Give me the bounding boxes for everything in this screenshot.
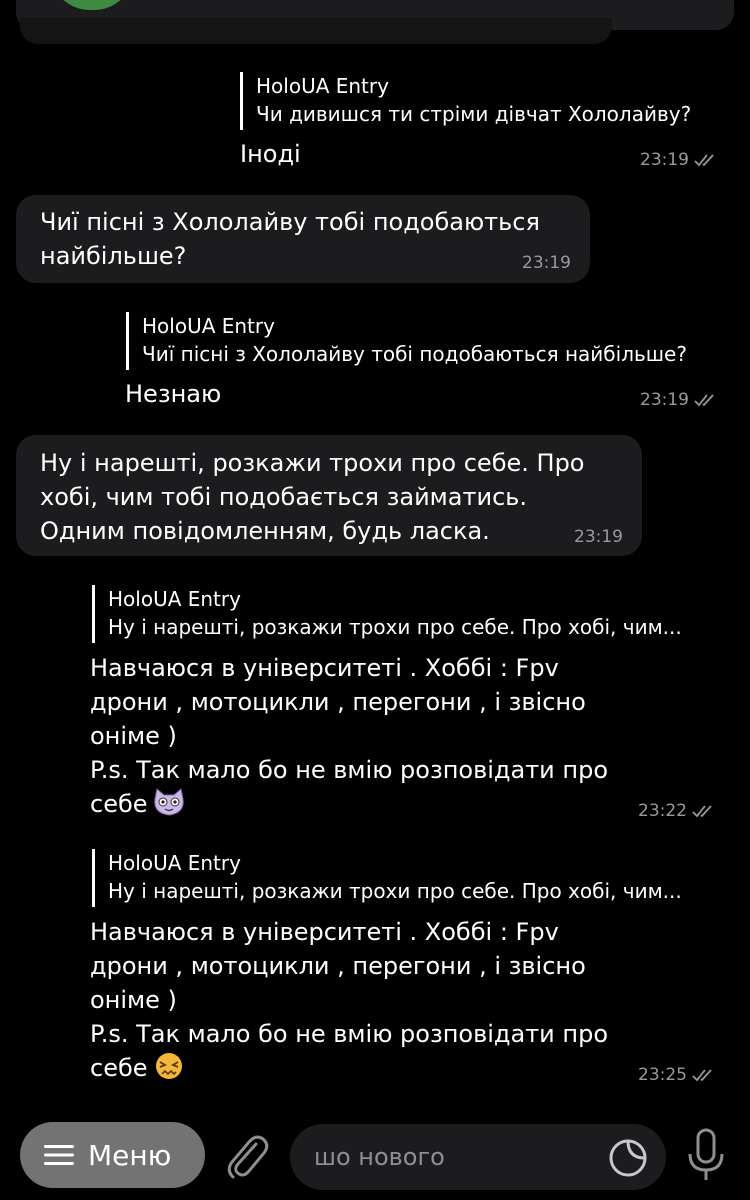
message-outgoing[interactable]: HoloUA Entry Ну і нарешті, розкажи трохи…: [0, 849, 750, 1089]
reply-author: HoloUA Entry: [256, 74, 389, 98]
reply-text: Чиї пісні з Хололайву тобі подобаються н…: [142, 342, 687, 366]
reply-quote[interactable]: HoloUA Entry Ну і нарешті, розкажи трохи…: [92, 585, 682, 643]
message-time: 23:19: [640, 390, 689, 410]
reply-text: Ну і нарешті, розкажи трохи про себе. Пр…: [108, 615, 682, 639]
double-check-icon: [694, 394, 714, 407]
message-outgoing[interactable]: HoloUA Entry Чи дивишся ти стріми дівчат…: [0, 70, 750, 180]
message-text: Навчаюся в університеті . Хоббі : Fpv др…: [90, 915, 608, 1085]
message-outgoing[interactable]: HoloUA Entry Чиї пісні з Хололайву тобі …: [0, 310, 750, 420]
message-line: P.s. Так мало бо не вмію розповідати про: [90, 756, 609, 784]
cat-emoji-icon: [153, 788, 184, 816]
message-line: оніме ): [90, 722, 177, 750]
menu-button[interactable]: Меню: [20, 1122, 205, 1188]
message-line: Одним повідомленням, будь ласка.: [40, 517, 490, 545]
reply-text: Чи дивишся ти стріми дівчат Хололайву?: [256, 102, 692, 126]
double-check-icon: [692, 805, 712, 818]
message-time: 23:25: [638, 1065, 687, 1085]
message-text: Ну і нарешті, розкажи трохи про себе. Пр…: [40, 446, 585, 548]
message-time: 23:19: [574, 527, 623, 547]
reply-text: Ну і нарешті, розкажи трохи про себе. Пр…: [108, 879, 682, 903]
sticker-icon[interactable]: [608, 1138, 648, 1178]
message-line-text: себе: [90, 790, 148, 818]
message-line: Навчаюся в університеті . Хоббі : Fpv: [90, 918, 559, 946]
message-input-bar: Меню: [0, 1106, 750, 1200]
message-outgoing[interactable]: HoloUA Entry Ну і нарешті, розкажи трохи…: [0, 585, 750, 825]
message-line: Навчаюся в університеті . Хоббі : Fpv: [90, 654, 559, 682]
message-line: оніме ): [90, 986, 177, 1014]
message-time: 23:22: [638, 801, 687, 821]
previous-message-edge: [20, 18, 612, 44]
message-line: себе: [90, 1051, 608, 1085]
message-line: P.s. Так мало бо не вмію розповідати про: [90, 1020, 609, 1048]
message-line: найбільше?: [40, 242, 187, 270]
reply-quote[interactable]: HoloUA Entry Чи дивишся ти стріми дівчат…: [240, 72, 691, 130]
confounded-face-emoji-icon: [155, 1053, 182, 1079]
double-check-icon: [692, 1069, 712, 1082]
message-meta: 23:19: [640, 390, 718, 410]
message-incoming[interactable]: Чиї пісні з Хололайву тобі подобаються н…: [16, 195, 590, 283]
message-line: хобі, чим тобі подобається займатись.: [40, 483, 528, 511]
message-line: Ну і нарешті, розкажи трохи про себе. Пр…: [40, 449, 585, 477]
message-text: Чиї пісні з Хололайву тобі подобаються н…: [40, 205, 540, 273]
double-check-icon: [694, 154, 714, 167]
message-line: Чиї пісні з Хололайву тобі подобаються: [40, 208, 540, 236]
reply-author: HoloUA Entry: [142, 314, 275, 338]
message-meta: 23:25: [638, 1065, 716, 1085]
reply-author: HoloUA Entry: [108, 851, 241, 875]
paperclip-icon[interactable]: [222, 1130, 270, 1182]
message-time: 23:19: [640, 150, 689, 170]
message-line-text: себе: [90, 1054, 148, 1082]
message-line: себе: [90, 787, 608, 821]
microphone-icon[interactable]: [686, 1128, 726, 1184]
message-incoming[interactable]: Ну і нарешті, розкажи трохи про себе. Пр…: [16, 435, 642, 556]
reply-quote[interactable]: HoloUA Entry Ну і нарешті, розкажи трохи…: [92, 849, 682, 907]
message-text: Незнаю: [125, 380, 222, 408]
message-text: Іноді: [240, 140, 301, 168]
reply-quote[interactable]: HoloUA Entry Чиї пісні з Хололайву тобі …: [126, 312, 687, 370]
message-meta: 23:22: [638, 801, 716, 821]
message-line: дрони , мотоцикли , перегони , і звісно: [90, 688, 586, 716]
message-input[interactable]: [314, 1124, 594, 1190]
reply-author: HoloUA Entry: [108, 587, 241, 611]
message-input-box[interactable]: [290, 1124, 666, 1190]
menu-button-label: Меню: [88, 1138, 172, 1172]
message-text: Навчаюся в університеті . Хоббі : Fpv др…: [90, 651, 608, 821]
message-time: 23:19: [522, 253, 571, 273]
message-meta: 23:19: [640, 150, 718, 170]
message-line: дрони , мотоцикли , перегони , і звісно: [90, 952, 586, 980]
menu-icon: [44, 1145, 74, 1165]
